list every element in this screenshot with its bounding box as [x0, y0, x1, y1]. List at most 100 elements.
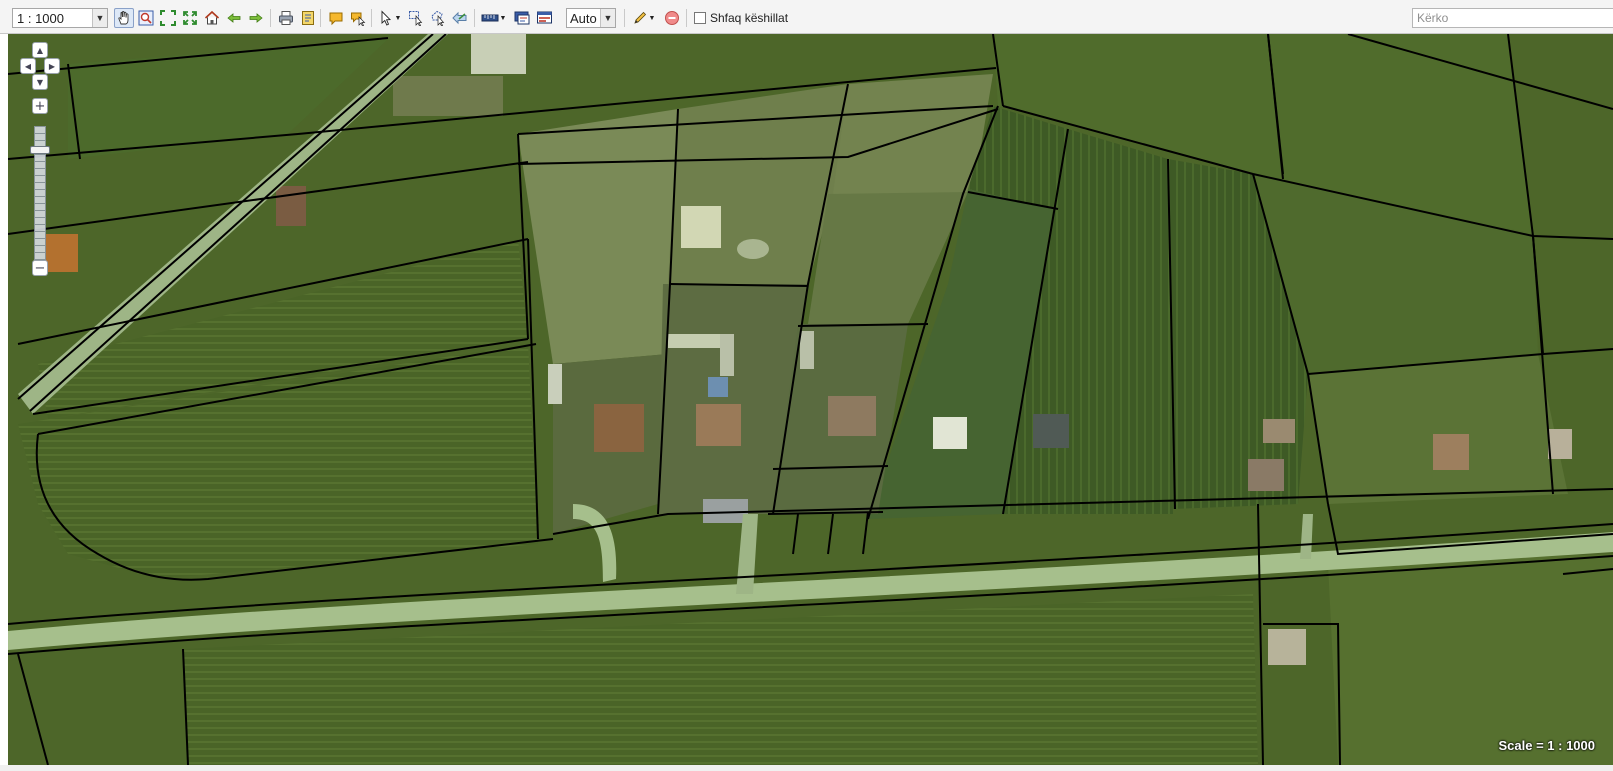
zoom-fit-icon [183, 11, 197, 25]
field-parcel [1328, 554, 1613, 765]
pan-left-button[interactable]: ◀ [20, 58, 36, 74]
building [471, 34, 526, 74]
chevron-down-icon: ▼ [600, 9, 615, 27]
building [696, 404, 741, 446]
chevron-down-icon: ▼ [499, 14, 507, 22]
draw-button[interactable] [630, 8, 650, 28]
building [1248, 459, 1284, 491]
clear-selection-button[interactable] [450, 8, 470, 28]
select-box-icon [409, 11, 423, 26]
pan-right-button[interactable]: ▶ [44, 58, 60, 74]
chevron-down-icon: ▼ [648, 14, 656, 22]
building [828, 396, 876, 436]
identify-icon [351, 12, 366, 26]
export-button[interactable] [298, 8, 318, 28]
search-input[interactable] [1412, 8, 1613, 28]
building [800, 331, 814, 369]
forward-button[interactable] [246, 8, 266, 28]
toolbar-divider [320, 9, 321, 27]
clear-selection-icon [452, 11, 467, 25]
scale-select[interactable]: 1 : 1000 ▼ [12, 8, 108, 28]
pan-down-button[interactable]: ▼ [32, 74, 48, 90]
zoom-extent-icon [160, 10, 176, 26]
pan-up-button[interactable]: ▲ [32, 42, 48, 58]
zoom-fit-button[interactable] [180, 8, 200, 28]
select-arrow-icon [381, 10, 392, 26]
comment-button[interactable] [326, 8, 346, 28]
select-dropdown[interactable]: ▼ [394, 8, 402, 28]
scale-select-value: 1 : 1000 [17, 10, 64, 26]
building [548, 364, 562, 404]
stop-button[interactable] [662, 8, 682, 28]
zoom-out-icon: − [34, 260, 46, 276]
zoom-extent-button[interactable] [158, 8, 178, 28]
building [668, 334, 723, 348]
field-parcel [833, 74, 993, 194]
building [720, 334, 734, 376]
zoom-out-button[interactable]: − [32, 260, 48, 276]
pan-right-icon: ▶ [48, 61, 56, 71]
building [737, 239, 769, 259]
bottom-border [0, 765, 1613, 771]
scale-readout: Scale = 1 : 1000 [1498, 738, 1596, 753]
map-settings-button[interactable] [535, 8, 555, 28]
toolbar-divider [270, 9, 271, 27]
measure-dropdown[interactable]: ▼ [499, 8, 507, 28]
pan-hand-icon [118, 11, 129, 25]
select-button[interactable] [376, 8, 396, 28]
toolbar-divider [371, 9, 372, 27]
building [276, 186, 306, 226]
building [703, 499, 748, 523]
show-tips-label: Shfaq këshillat [710, 11, 789, 25]
back-button[interactable] [224, 8, 244, 28]
building [393, 76, 503, 116]
pan-up-icon: ▲ [36, 45, 44, 55]
show-tips-checkbox[interactable] [694, 12, 706, 24]
zoom-in-button[interactable]: + [32, 98, 48, 114]
print-icon [279, 11, 293, 25]
toolbar-divider [624, 9, 625, 27]
toolbar-divider [686, 9, 687, 27]
building [1263, 419, 1295, 443]
identify-button[interactable] [348, 8, 368, 28]
toolbar-divider [474, 9, 475, 27]
select-polygon-button[interactable] [428, 8, 448, 28]
map-navigation-control: ▲ ◀ ▶ ▼ + − [20, 42, 60, 278]
print-button[interactable] [276, 8, 296, 28]
aerial-map [8, 34, 1613, 765]
layers-button[interactable] [512, 8, 532, 28]
zoom-slider-handle[interactable] [30, 146, 50, 154]
building [1548, 429, 1572, 459]
zoom-window-button[interactable] [136, 8, 156, 28]
export-icon [302, 11, 314, 25]
draw-dropdown[interactable]: ▼ [648, 8, 656, 28]
map-settings-icon [537, 11, 552, 24]
auto-select-value: Auto [570, 10, 597, 26]
zoom-in-icon: + [34, 98, 46, 114]
select-box-button[interactable] [406, 8, 426, 28]
chevron-down-icon: ▼ [394, 14, 402, 22]
back-arrow-icon [227, 13, 241, 23]
layers-icon [514, 11, 530, 25]
building [1268, 629, 1306, 665]
chevron-down-icon: ▼ [92, 9, 107, 27]
home-button[interactable] [202, 8, 222, 28]
draw-pencil-icon [634, 11, 647, 24]
building [708, 377, 728, 397]
map-viewport[interactable]: ▲ ◀ ▶ ▼ + − Scale = 1 : 1000 [8, 34, 1613, 765]
building [1433, 434, 1469, 470]
zoom-window-icon [138, 10, 154, 26]
forward-arrow-icon [249, 13, 263, 23]
pan-button[interactable] [114, 8, 134, 28]
stop-icon [665, 11, 679, 25]
measure-button[interactable] [480, 8, 500, 28]
select-polygon-icon [431, 10, 445, 26]
measure-icon [481, 14, 499, 22]
building [681, 206, 721, 248]
pan-down-icon: ▼ [36, 77, 44, 87]
field-parcel [1308, 354, 1568, 504]
auto-select[interactable]: Auto ▼ [566, 8, 616, 28]
building [933, 417, 967, 449]
home-icon [204, 10, 220, 25]
pan-left-icon: ◀ [24, 61, 32, 71]
